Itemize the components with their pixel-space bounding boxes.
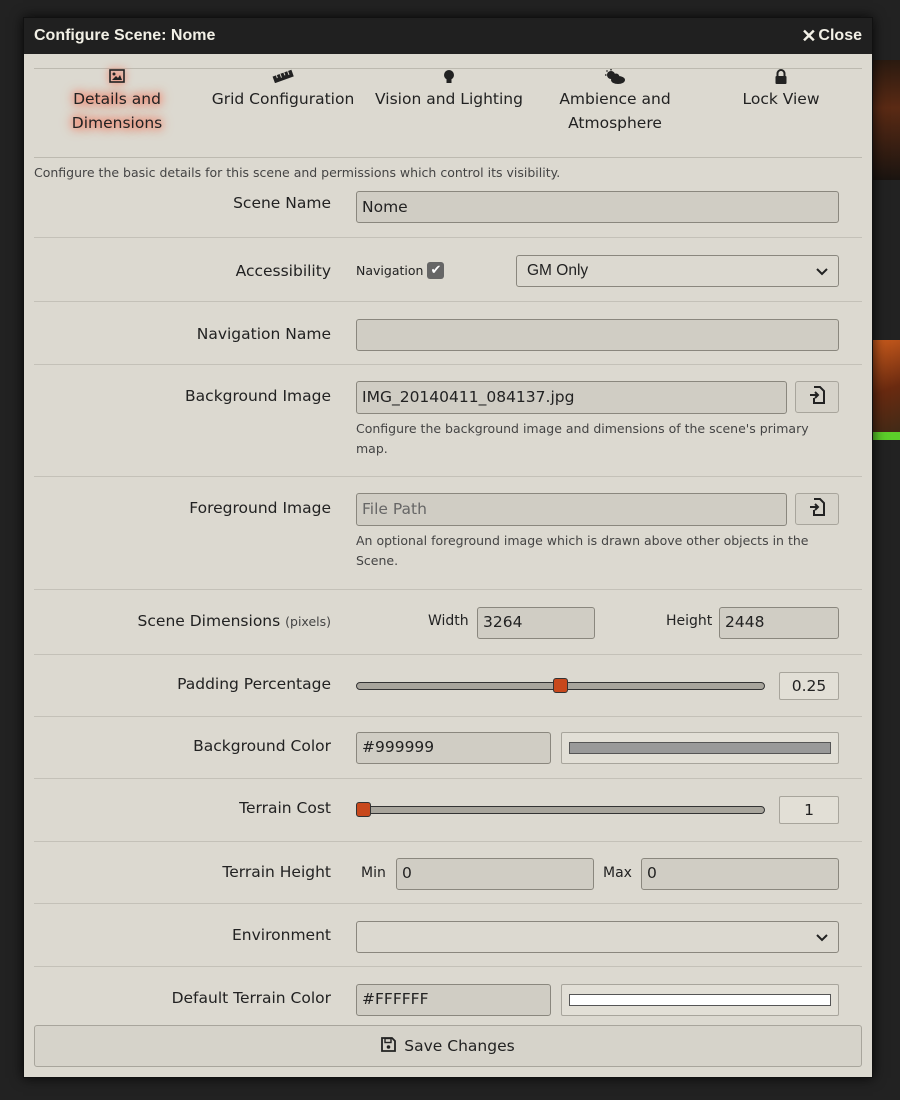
tab-grid[interactable]: Grid Configuration — [200, 69, 366, 157]
terrain-cost-slider-track[interactable] — [356, 806, 765, 814]
color-swatch-fill — [569, 742, 831, 754]
foreground-image-label: Foreground Image — [189, 499, 331, 517]
navigation-checkbox[interactable]: ✔ — [427, 262, 445, 279]
save-changes-label: Save Changes — [404, 1037, 515, 1055]
dialog-header[interactable]: Configure Scene: Nome ✕ Close — [24, 18, 872, 54]
width-label: Width — [428, 613, 469, 629]
file-picker-button[interactable] — [795, 493, 839, 525]
form-row-default-terrain-color: Default Terrain Color #FFFFFF — [34, 967, 862, 1029]
tab-ambience[interactable]: Ambience and Atmosphere — [532, 69, 698, 157]
form-row-terrain-cost: Terrain Cost 1 — [34, 779, 862, 842]
lightbulb-icon — [443, 69, 455, 87]
scene-name-input[interactable]: Nome — [356, 191, 839, 223]
navigation-name-input[interactable] — [356, 319, 839, 351]
form-row-accessibility: Accessibility Navigation ✔ GM Only — [34, 238, 862, 302]
scene-dimensions-unit: (pixels) — [285, 614, 331, 629]
background-image-hint: Configure the background image and dimen… — [356, 421, 809, 456]
height-label: Height — [666, 613, 713, 629]
padding-value: 0.25 — [779, 672, 839, 700]
tab-details[interactable]: Details and Dimensions — [34, 69, 200, 157]
scene-dimensions-label: Scene Dimensions — [137, 612, 281, 630]
default-terrain-color-input[interactable]: #FFFFFF — [356, 984, 551, 1016]
background-color-input[interactable]: #999999 — [356, 732, 551, 764]
dialog-content: Details and Dimensions Grid Configuratio… — [24, 68, 872, 1029]
max-label: Max — [603, 865, 632, 881]
height-input[interactable]: 2448 — [719, 607, 839, 639]
scene-token-art — [873, 60, 900, 180]
configure-scene-dialog: Configure Scene: Nome ✕ Close Details an… — [23, 17, 873, 1078]
form-row-terrain-height: Terrain Height Min 0 Max 0 — [34, 842, 862, 904]
scene-name-label: Scene Name — [233, 194, 331, 212]
tab-label: Lock View — [742, 90, 820, 108]
background-image-label: Background Image — [185, 387, 331, 405]
form-row-scene-dimensions: Scene Dimensions (pixels) Width 3264 Hei… — [34, 590, 862, 655]
navigation-label: Navigation — [356, 263, 424, 278]
file-import-icon — [809, 498, 825, 520]
close-icon: ✕ — [801, 25, 817, 46]
file-import-icon — [809, 386, 825, 408]
cloud-sun-icon — [604, 69, 626, 87]
form-row-navigation-name: Navigation Name — [34, 302, 862, 365]
file-picker-button[interactable] — [795, 381, 839, 413]
background-image-path-input[interactable]: IMG_20140411_084137.jpg — [356, 381, 787, 414]
tab-lock-view[interactable]: Lock View — [698, 69, 864, 157]
background-color-picker[interactable] — [561, 732, 839, 764]
tab-vision[interactable]: Vision and Lighting — [366, 69, 532, 157]
ruler-icon — [272, 69, 294, 87]
tab-bar: Details and Dimensions Grid Configuratio… — [34, 68, 862, 158]
navigation-name-label: Navigation Name — [196, 325, 331, 343]
permission-select[interactable]: GM Only — [516, 255, 839, 287]
tab-label: Details and Dimensions — [71, 90, 163, 132]
default-terrain-color-picker[interactable] — [561, 984, 839, 1016]
foreground-image-path-input[interactable]: File Path — [356, 493, 787, 526]
color-swatch-fill — [569, 994, 831, 1006]
terrain-height-label: Terrain Height — [222, 863, 331, 881]
padding-label: Padding Percentage — [177, 675, 331, 693]
form-row-scene-name: Scene Name Nome — [34, 190, 862, 238]
width-input[interactable]: 3264 — [477, 607, 595, 639]
terrain-cost-slider-thumb[interactable] — [356, 802, 371, 817]
terrain-cost-value: 1 — [779, 796, 839, 824]
lock-icon — [774, 69, 788, 87]
form-row-environment: Environment — [34, 904, 862, 967]
save-icon — [381, 1036, 397, 1056]
close-button[interactable]: ✕ Close — [801, 26, 862, 47]
form-row-padding: Padding Percentage 0.25 — [34, 655, 862, 717]
accessibility-label: Accessibility — [235, 262, 331, 280]
form-row-background-color: Background Color #999999 — [34, 717, 862, 779]
tab-label: Grid Configuration — [211, 90, 355, 108]
default-terrain-color-label: Default Terrain Color — [171, 989, 331, 1007]
form-row-foreground-image: Foreground Image File Path An optional f… — [34, 477, 862, 590]
token-health-bar — [873, 432, 900, 440]
dialog-title: Configure Scene: Nome — [34, 27, 216, 44]
terrain-cost-label: Terrain Cost — [239, 799, 331, 817]
form-row-background-image: Background Image IMG_20140411_084137.jpg… — [34, 365, 862, 477]
environment-label: Environment — [232, 926, 331, 944]
terrain-height-min-input[interactable]: 0 — [396, 858, 594, 890]
tab-label: Ambience and Atmosphere — [559, 90, 671, 132]
chevron-down-icon — [816, 929, 828, 945]
padding-slider-thumb[interactable] — [553, 678, 568, 693]
image-icon — [109, 69, 125, 87]
permission-select-value: GM Only — [527, 262, 589, 279]
terrain-height-max-input[interactable]: 0 — [641, 858, 839, 890]
tab-label: Vision and Lighting — [375, 90, 523, 108]
scene-token-art — [873, 340, 900, 440]
close-label: Close — [818, 27, 862, 44]
background-color-label: Background Color — [193, 737, 331, 755]
environment-select[interactable] — [356, 921, 839, 953]
chevron-down-icon — [816, 263, 828, 279]
save-changes-button[interactable]: Save Changes — [34, 1025, 862, 1067]
foreground-image-hint: An optional foreground image which is dr… — [356, 533, 809, 568]
tab-description: Configure the basic details for this sce… — [34, 165, 561, 180]
min-label: Min — [361, 865, 386, 881]
navigation-toggle: Navigation ✔ — [356, 262, 445, 279]
